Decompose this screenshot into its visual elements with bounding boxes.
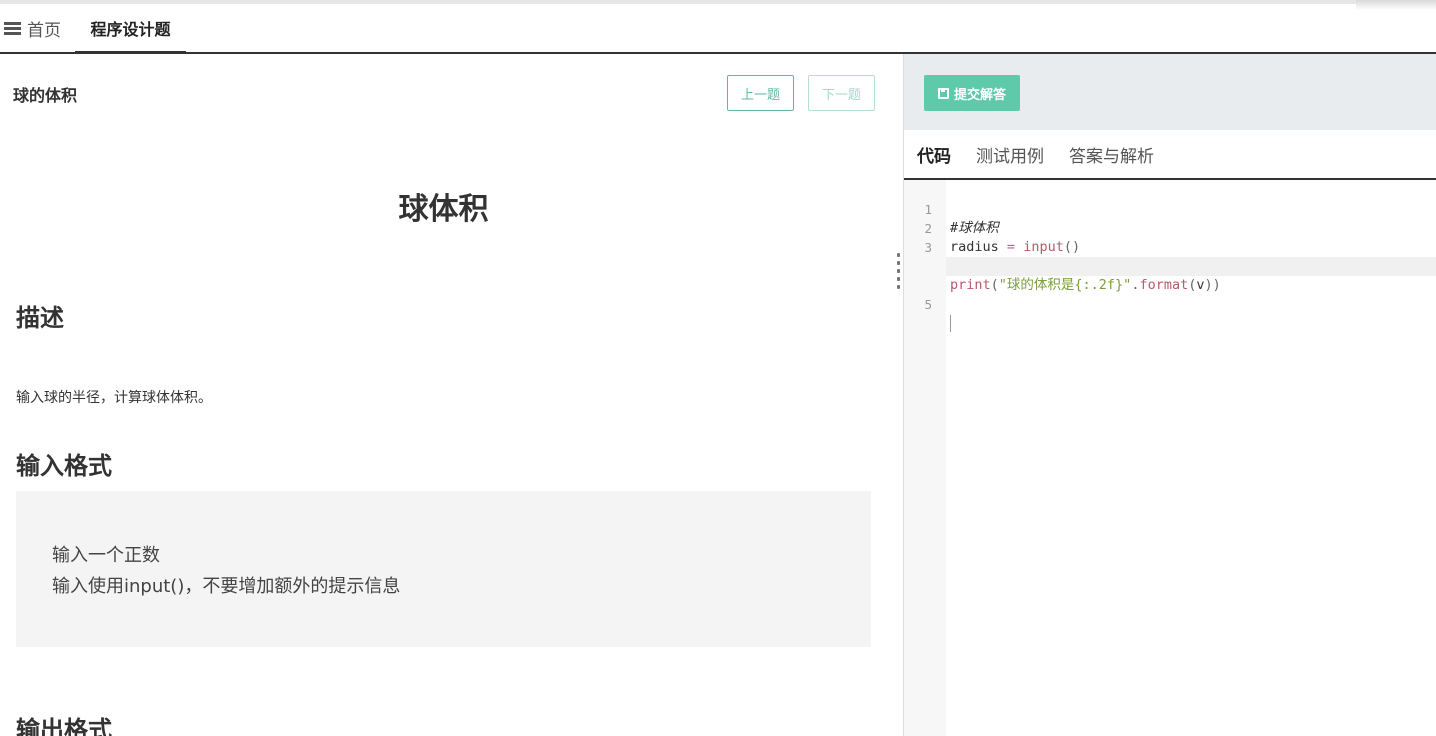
prev-problem-button[interactable]: 上一题 <box>727 75 794 111</box>
input-format-box: 输入一个正数 输入使用input()，不要增加额外的提示信息 <box>16 491 871 647</box>
code-line[interactable]: 4 print("球的体积是{:.2f}".format(v)) <box>904 238 1436 293</box>
code-line[interactable]: 3 v=(4/3*3.1415*eval(radius)*eval(radius… <box>904 219 1436 274</box>
corner-shadow <box>1356 0 1436 10</box>
drag-handle-icon[interactable] <box>896 253 901 289</box>
tab-answer-analysis[interactable]: 答案与解析 <box>1069 130 1154 178</box>
submit-label: 提交解答 <box>953 87 1006 103</box>
problem-heading: 球体积 <box>398 192 489 227</box>
tab-home[interactable]: 首页 <box>4 4 61 52</box>
text-cursor <box>950 314 951 333</box>
next-problem-button[interactable]: 下一题 <box>808 75 875 111</box>
tab-test-cases[interactable]: 测试用例 <box>976 130 1044 178</box>
input-format-line: 输入一个正数 <box>52 545 160 566</box>
tab-programming[interactable]: 程序设计题 <box>75 4 186 54</box>
output-format-heading: 输出格式 <box>16 716 112 736</box>
input-format-line: 输入使用input()，不要增加额外的提示信息 <box>52 576 401 597</box>
description-heading: 描述 <box>16 304 64 332</box>
code-line[interactable]: 2 radius = input() <box>904 200 1436 255</box>
code-line-current[interactable]: 5 <box>904 257 1436 332</box>
code-text: print("球的体积是{:.2f}".format(v)) <box>950 277 1221 293</box>
description-text: 输入球的半径，计算球体体积。 <box>16 390 212 406</box>
tab-code[interactable]: 代码 <box>915 130 953 180</box>
editor-pane: 提交解答 代码 测试用例 答案与解析 1 #球体积 2 radius = inp… <box>904 54 1436 736</box>
line-number: 5 <box>924 297 932 312</box>
tab-programming-label: 程序设计题 <box>90 19 171 39</box>
menu-icon <box>4 21 21 35</box>
save-icon <box>937 87 949 99</box>
editor-toolbar: 提交解答 <box>904 54 1436 130</box>
editor-tabs: 代码 测试用例 答案与解析 <box>904 130 1436 180</box>
submit-answer-button[interactable]: 提交解答 <box>924 75 1020 111</box>
top-tab-bar: 首页 程序设计题 <box>0 0 1436 54</box>
code-editor[interactable]: 1 #球体积 2 radius = input() 3 v=(4/3*3.141… <box>904 180 1436 736</box>
problem-pane: 球的体积 上一题 下一题 球体积 描述 输入球的半径，计算球体体积。 输入格式 … <box>0 54 903 736</box>
problem-title: 球的体积 <box>13 86 78 105</box>
code-line[interactable]: 1 #球体积 <box>904 181 1436 236</box>
tab-home-label: 首页 <box>27 20 61 41</box>
input-format-heading: 输入格式 <box>16 452 112 480</box>
